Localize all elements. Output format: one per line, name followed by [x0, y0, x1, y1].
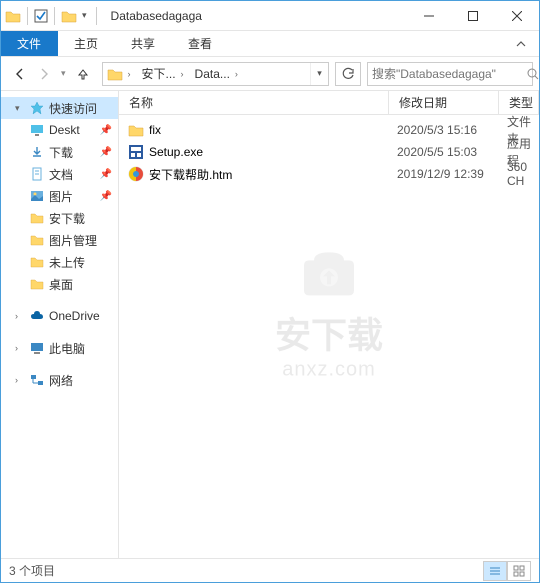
folder-small-icon[interactable] — [61, 8, 77, 24]
exe-icon — [127, 143, 145, 161]
pin-icon: 📌 — [100, 191, 112, 202]
tab-home[interactable]: 主页 — [58, 31, 115, 56]
pc-icon — [29, 340, 45, 356]
picture-icon — [29, 188, 45, 204]
maximize-button[interactable] — [451, 1, 495, 30]
titlebar: ▾ Databasedagaga — [1, 1, 539, 31]
sidebar-item-downloads[interactable]: 下载📌 — [1, 141, 118, 163]
folder-icon — [29, 232, 45, 248]
address-dropdown[interactable]: ▾ — [310, 63, 328, 85]
column-header-type[interactable]: 类型 — [499, 91, 539, 114]
nav-up-button[interactable] — [76, 67, 90, 81]
tab-view[interactable]: 查看 — [172, 31, 229, 56]
tab-file[interactable]: 文件 — [1, 31, 58, 56]
network-icon — [29, 372, 45, 388]
item-count: 3 个项目 — [9, 562, 55, 579]
refresh-button[interactable] — [335, 62, 361, 86]
qat-dropdown-icon[interactable]: ▾ — [79, 10, 90, 21]
search-icon — [527, 68, 539, 80]
sidebar-item-documents[interactable]: 文档📌 — [1, 163, 118, 185]
chevron-right-icon: › — [125, 69, 134, 79]
breadcrumb-seg-1[interactable]: 安下...› — [138, 63, 191, 85]
file-row[interactable]: 安下载帮助.htm 2019/12/9 12:39 360 CH — [119, 163, 539, 185]
cloud-icon — [29, 308, 45, 324]
file-list: fix 2020/5/3 15:16 文件夹 Setup.exe 2020/5/… — [119, 115, 539, 558]
nav-back-button[interactable] — [13, 67, 27, 81]
chevron-right-icon: › — [15, 311, 25, 321]
column-header-date[interactable]: 修改日期 — [389, 91, 499, 114]
sidebar-onedrive[interactable]: ›OneDrive — [1, 305, 118, 327]
sidebar-item-pic-manage[interactable]: 图片管理 — [1, 229, 118, 251]
sidebar-thispc[interactable]: ›此电脑 — [1, 337, 118, 359]
content-area: 名称 修改日期 类型 fix 2020/5/3 15:16 文件夹 Setup.… — [119, 91, 539, 558]
column-header-name[interactable]: 名称 — [119, 91, 389, 114]
sidebar-item-desktop2[interactable]: 桌面 — [1, 273, 118, 295]
column-header-row: 名称 修改日期 类型 — [119, 91, 539, 115]
sidebar-network[interactable]: ›网络 — [1, 369, 118, 391]
folder-icon — [29, 254, 45, 270]
folder-icon — [127, 121, 145, 139]
breadcrumb-seg-2[interactable]: Data...› — [191, 63, 245, 85]
view-details-button[interactable] — [483, 561, 507, 581]
pin-icon: 📌 — [100, 147, 112, 158]
pin-icon: 📌 — [100, 169, 112, 180]
chevron-right-icon: › — [15, 343, 25, 353]
nav-history-dropdown[interactable]: ▾ — [61, 68, 66, 79]
folder-icon — [5, 8, 21, 24]
chevron-right-icon: › — [15, 375, 25, 385]
window-title: Databasedagaga — [111, 9, 407, 23]
ribbon-expand-button[interactable] — [503, 31, 539, 56]
star-icon — [29, 100, 45, 116]
minimize-button[interactable] — [407, 1, 451, 30]
sidebar-item-anxz-download[interactable]: 安下载 — [1, 207, 118, 229]
chevron-right-icon: › — [178, 69, 187, 79]
sidebar: ▾ 快速访问 Deskt📌 下载📌 文档📌 图片📌 安下载 图片管理 未上传 桌… — [1, 91, 119, 558]
statusbar: 3 个项目 — [1, 558, 539, 582]
htm-icon — [127, 165, 145, 183]
address-bar[interactable]: › 安下...› Data...› ▾ — [102, 62, 329, 86]
chevron-right-icon: › — [232, 69, 241, 79]
desktop-icon — [29, 122, 45, 138]
folder-icon — [29, 276, 45, 292]
sidebar-item-not-uploaded[interactable]: 未上传 — [1, 251, 118, 273]
search-box[interactable] — [367, 62, 533, 86]
nav-forward-button[interactable] — [37, 67, 51, 81]
close-button[interactable] — [495, 1, 539, 30]
folder-icon — [29, 210, 45, 226]
document-icon — [29, 166, 45, 182]
search-input[interactable] — [372, 67, 527, 81]
download-icon — [29, 144, 45, 160]
file-row[interactable]: fix 2020/5/3 15:16 文件夹 — [119, 119, 539, 141]
chevron-down-icon: ▾ — [15, 103, 25, 114]
qat-checkbox-icon[interactable] — [34, 9, 48, 23]
view-icons-button[interactable] — [507, 561, 531, 581]
sidebar-quick-access[interactable]: ▾ 快速访问 — [1, 97, 118, 119]
sidebar-item-pictures[interactable]: 图片📌 — [1, 185, 118, 207]
ribbon-tabs: 文件 主页 共享 查看 — [1, 31, 539, 57]
pin-icon: 📌 — [100, 125, 112, 136]
sidebar-item-desktop[interactable]: Deskt📌 — [1, 119, 118, 141]
file-row[interactable]: Setup.exe 2020/5/5 15:03 应用程 — [119, 141, 539, 163]
tab-share[interactable]: 共享 — [115, 31, 172, 56]
breadcrumb-root[interactable]: › — [103, 63, 138, 85]
address-row: ▾ › 安下...› Data...› ▾ — [1, 57, 539, 91]
